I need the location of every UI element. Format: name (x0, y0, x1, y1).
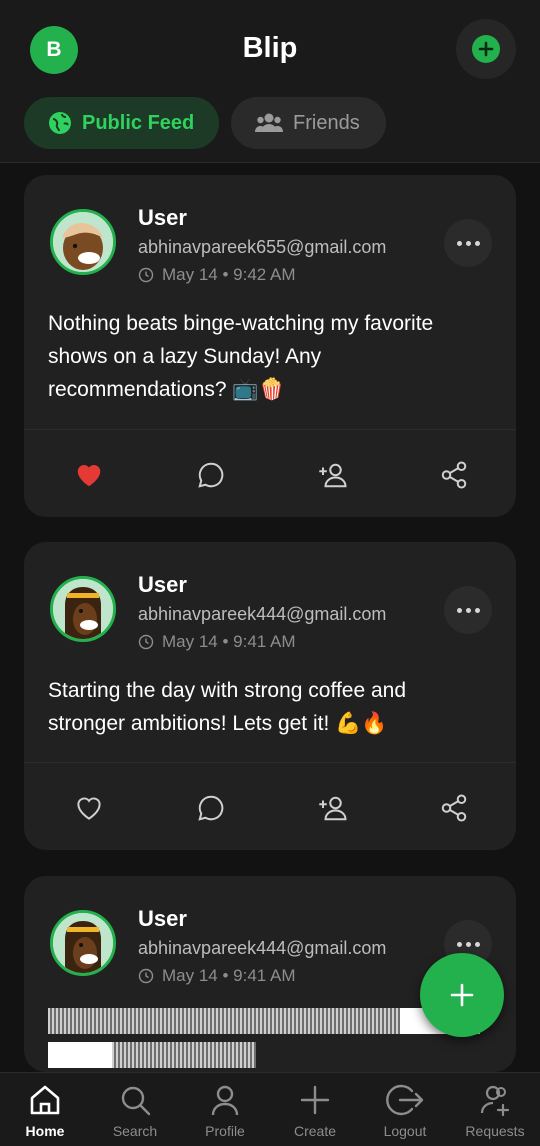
post-email: abhinavpareek444@gmail.com (138, 604, 387, 624)
post-timestamp: May 14 • 9:41 AM (138, 966, 296, 986)
requests-icon (480, 1085, 510, 1117)
nav-search-label: Search (112, 1123, 158, 1139)
clock-icon (138, 968, 154, 984)
tab-friends-label: Friends (293, 111, 360, 134)
comment-icon[interactable] (196, 460, 226, 490)
tab-friends[interactable]: Friends (231, 97, 386, 149)
post-avatar[interactable] (50, 910, 116, 976)
home-icon (30, 1085, 60, 1115)
post-timestamp-text: May 14 • 9:41 AM (162, 966, 296, 985)
post-email: abhinavpareek444@gmail.com (138, 938, 387, 958)
logout-icon (386, 1084, 424, 1116)
nav-logout[interactable]: Logout (360, 1083, 450, 1139)
share-icon[interactable] (439, 460, 469, 490)
bottom-nav: Home Search Profile Create Logout Reques… (0, 1072, 540, 1146)
tab-public-feed-label: Public Feed (82, 111, 195, 134)
nav-create[interactable]: Create (270, 1083, 360, 1139)
globe-icon (49, 112, 71, 134)
nav-profile-label: Profile (205, 1123, 245, 1139)
share-icon[interactable] (439, 793, 469, 823)
nav-home[interactable]: Home (0, 1083, 90, 1139)
post-actions (24, 762, 516, 850)
post-content: Starting the day with strong coffee and … (48, 679, 407, 735)
nav-requests-label: Requests (465, 1123, 525, 1139)
post-timestamp-text: May 14 • 9:41 AM (162, 632, 296, 651)
post-more-button[interactable] (444, 586, 492, 634)
post-card: User abhinavpareek655@gmail.com May 14 •… (24, 175, 516, 517)
create-post-fab[interactable] (420, 953, 504, 1037)
add-friend-icon[interactable] (318, 793, 348, 823)
post-timestamp-text: May 14 • 9:42 AM (162, 265, 296, 284)
post-actions (24, 429, 516, 517)
nav-create-label: Create (293, 1123, 337, 1139)
post-avatar[interactable] (50, 209, 116, 275)
obscured-content (112, 1042, 256, 1068)
comment-icon[interactable] (196, 793, 226, 823)
search-icon (121, 1086, 151, 1116)
header-add-button[interactable] (456, 19, 516, 79)
heart-icon[interactable] (74, 793, 104, 823)
app-header: B Blip Public Feed Friends (0, 0, 540, 163)
obscured-content (48, 1042, 112, 1068)
post-content: Nothing beats binge-watching my favorite… (48, 312, 434, 401)
plus-icon (450, 983, 474, 1007)
clock-icon (138, 634, 154, 650)
nav-profile[interactable]: Profile (180, 1083, 270, 1139)
nav-requests[interactable]: Requests (450, 1083, 540, 1139)
post-email: abhinavpareek655@gmail.com (138, 237, 387, 257)
post-timestamp: May 14 • 9:42 AM (138, 265, 296, 285)
post-card: User abhinavpareek444@gmail.com May 14 •… (24, 542, 516, 850)
profile-icon (211, 1085, 239, 1116)
tab-public-feed[interactable]: Public Feed (24, 97, 219, 149)
friends-icon (255, 113, 283, 132)
post-avatar[interactable] (50, 576, 116, 642)
plus-circle-icon (472, 35, 500, 63)
post-timestamp: May 14 • 9:41 AM (138, 632, 296, 652)
nav-home-label: Home (25, 1123, 65, 1139)
obscured-content (48, 1008, 400, 1034)
heart-filled-icon[interactable] (74, 460, 104, 490)
clock-icon (138, 267, 154, 283)
post-username: User (138, 205, 187, 230)
post-username: User (138, 572, 187, 597)
plus-icon (300, 1085, 330, 1115)
nav-search[interactable]: Search (90, 1083, 180, 1139)
post-username: User (138, 906, 187, 931)
post-more-button[interactable] (444, 219, 492, 267)
add-friend-icon[interactable] (318, 460, 348, 490)
nav-logout-label: Logout (383, 1123, 427, 1139)
